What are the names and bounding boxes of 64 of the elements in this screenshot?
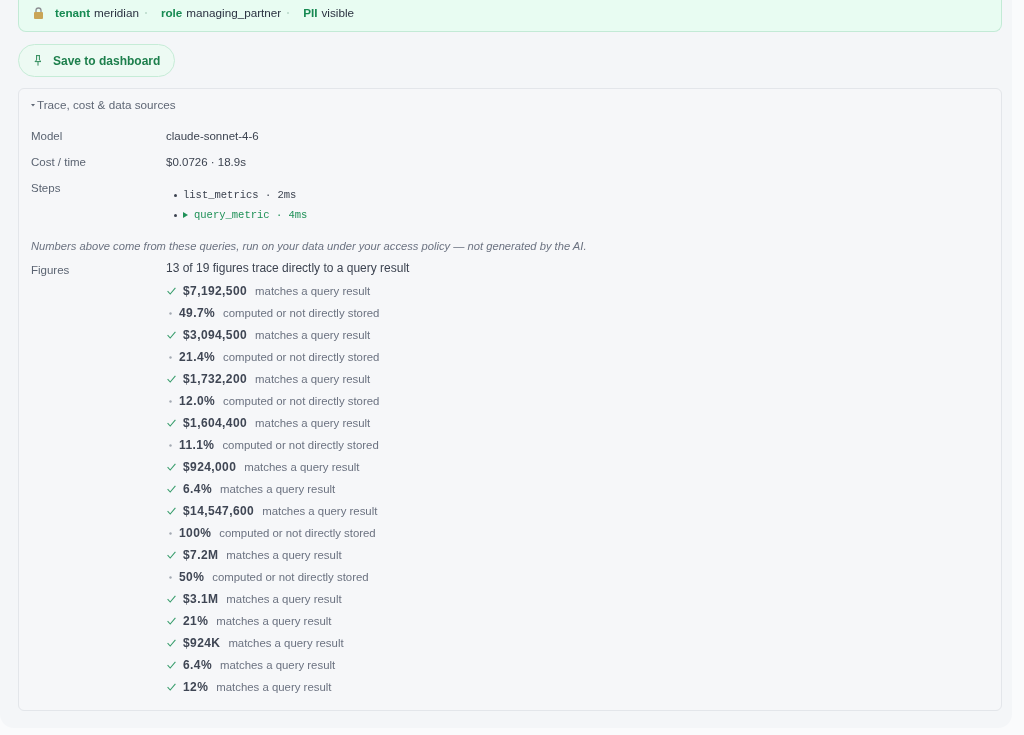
figure-note: matches a query result: [216, 681, 332, 693]
figure-value: 49.7%: [179, 306, 216, 320]
caret-icon[interactable]: [31, 103, 35, 107]
figure-note: matches a query result: [226, 593, 342, 605]
figure-note: matches a query result: [244, 461, 360, 473]
figure-value: $3,094,500: [183, 328, 248, 342]
figure-note: matches a query result: [255, 373, 371, 385]
figure-note: matches a query result: [216, 615, 332, 627]
caret-icon[interactable]: [183, 212, 188, 218]
context-key: PII: [303, 4, 318, 22]
field-label: Cost / time: [31, 155, 87, 170]
figure-note: computed or not directly stored: [223, 307, 380, 319]
step-item: list_metrics · 2ms: [183, 189, 297, 201]
figure-note: computed or not directly stored: [223, 351, 380, 363]
context-value: visible: [321, 5, 354, 21]
figure-value: 21%: [183, 614, 209, 628]
field-value: $0.0726 · 18.9s: [166, 155, 247, 170]
padlock-icon: [34, 7, 43, 19]
separator-dot-icon: [287, 12, 290, 14]
figure-value: $1,604,400: [183, 416, 248, 430]
figure-note: matches a query result: [228, 637, 344, 649]
figure-value: $1,732,200: [183, 372, 248, 386]
figure-note: matches a query result: [226, 549, 342, 561]
figure-note: computed or not directly stored: [212, 571, 369, 583]
figure-value: 11.1%: [179, 438, 215, 452]
step-item[interactable]: query_metric · 4ms: [194, 209, 308, 221]
figure-value: $14,547,600: [183, 504, 255, 518]
panel-summary[interactable]: Trace, cost & data sources: [37, 97, 176, 113]
context-key: tenant: [55, 4, 91, 22]
figure-note: matches a query result: [262, 505, 378, 517]
context-value: meridian: [94, 5, 139, 21]
figure-note: matches a query result: [255, 329, 371, 341]
figure-value: 12%: [183, 680, 209, 694]
figure-value: 100%: [179, 526, 212, 540]
figure-value: 12.0%: [179, 394, 216, 408]
figure-value: $924K: [183, 636, 221, 650]
figure-note: matches a query result: [219, 659, 336, 671]
figure-note: computed or not directly stored: [223, 395, 380, 407]
field-value: claude-sonnet-4-6: [166, 129, 260, 144]
field-label: Steps: [31, 181, 62, 196]
figure-value: $7.2M: [183, 548, 219, 562]
figure-value: 6.4%: [183, 482, 212, 496]
save-to-dashboard-button[interactable]: Save to dashboard: [18, 44, 176, 77]
bullet-icon: [174, 213, 177, 217]
figure-note: computed or not directly stored: [219, 527, 376, 539]
figure-note: computed or not directly stored: [222, 439, 379, 451]
pin-icon: [34, 55, 42, 66]
figure-note: matches a query result: [255, 417, 371, 429]
figures-summary: 13 of 19 figures trace directly to a query result: [166, 260, 411, 277]
field-label: Model: [31, 129, 64, 144]
figure-note: matches a query result: [219, 483, 336, 495]
separator-dot-icon: [144, 12, 147, 14]
context-value: managing_partner: [186, 5, 282, 21]
figure-value: 50%: [179, 570, 205, 584]
context-key: role: [160, 4, 183, 22]
figure-value: $7,192,500: [183, 284, 248, 298]
figure-value: 6.4%: [183, 658, 212, 672]
figure-value: $3.1M: [183, 592, 219, 606]
figure-note: matches a query result: [255, 285, 371, 297]
figure-value: 21.4%: [179, 350, 216, 364]
provenance-note: Numbers above come from these queries, run on your data under your access policy — not generated by the AI.: [31, 239, 588, 254]
bullet-icon: [174, 193, 177, 197]
field-label: Figures: [31, 263, 71, 278]
figure-value: $924,000: [183, 460, 237, 474]
